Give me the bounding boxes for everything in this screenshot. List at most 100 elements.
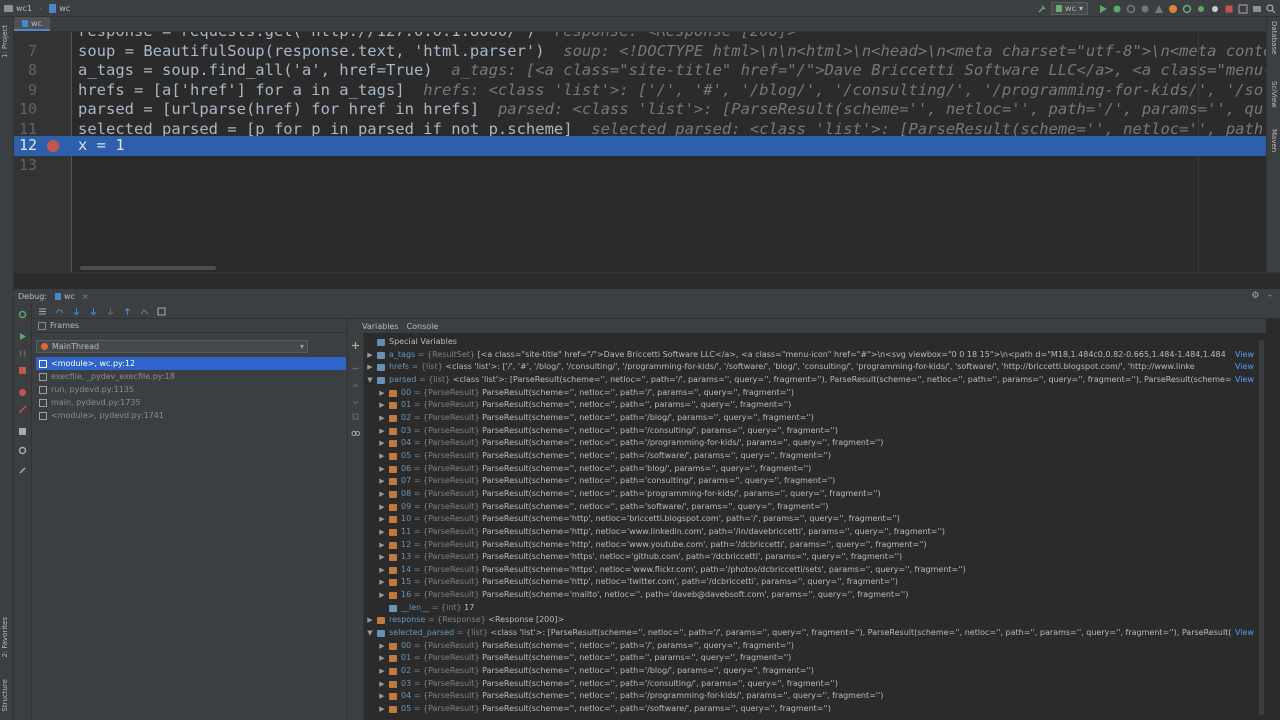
breadcrumb-project[interactable]: wc1	[16, 4, 32, 13]
variable-row[interactable]: ▶ hrefs = {list} <class 'list'>: ['/', '#…	[364, 361, 1266, 374]
variable-row[interactable]: ▶ 07 = {ParseResult} ParseResult(scheme='…	[364, 475, 1266, 488]
expand-arrow-icon[interactable]: ▶	[366, 614, 374, 627]
expand-arrow-icon[interactable]: ▶	[378, 501, 386, 514]
sciview-tool-tab[interactable]: SciView	[1270, 81, 1278, 108]
variable-row[interactable]: ▶ a_tags = {ResultSet} [<a class="site-ti…	[364, 348, 1266, 362]
step-into-icon[interactable]	[72, 307, 81, 316]
copy-icon[interactable]	[351, 412, 360, 421]
expand-arrow-icon[interactable]: ▶	[378, 564, 386, 577]
expand-arrow-icon[interactable]: ▶	[378, 539, 386, 552]
restore-layout-icon[interactable]	[18, 427, 27, 436]
expand-arrow-icon[interactable]: ▶	[378, 437, 386, 450]
debug-session-tab[interactable]: wc ×	[55, 292, 89, 301]
expand-arrow-icon[interactable]: ▶	[378, 703, 386, 716]
project-tool-tab[interactable]: 1: Project	[1, 25, 9, 58]
search-icon[interactable]	[1266, 3, 1276, 14]
expand-arrow-icon[interactable]: ▶	[378, 475, 386, 488]
expand-arrow-icon[interactable]: ▶	[378, 589, 386, 602]
concurrency-icon[interactable]	[1154, 4, 1164, 14]
variable-row[interactable]: ▶ 05 = {ParseResult} ParseResult(scheme='…	[364, 450, 1266, 463]
run-config-selector[interactable]: wc ▾	[1051, 2, 1088, 15]
favorites-tool-tab[interactable]: 2: Favorites	[1, 617, 9, 658]
show-execution-point-icon[interactable]	[38, 307, 47, 316]
variable-row[interactable]: ▶ 11 = {ParseResult} ParseResult(scheme='…	[364, 526, 1266, 539]
variable-row[interactable]: ▶ 03 = {ParseResult} ParseResult(scheme='…	[364, 425, 1266, 438]
resume-icon[interactable]	[18, 332, 27, 341]
expand-arrow-icon[interactable]: ▶	[378, 513, 386, 526]
variable-row[interactable]: ▶ 06 = {ParseResult} ParseResult(scheme='…	[364, 463, 1266, 476]
variable-row[interactable]: __len__ = {int} 17	[364, 602, 1266, 615]
variable-row[interactable]: ▶ 16 = {ParseResult} ParseResult(scheme='…	[364, 589, 1266, 602]
pin-icon[interactable]	[18, 466, 27, 475]
expand-arrow-icon[interactable]: ▶	[378, 526, 386, 539]
variable-row[interactable]: ▶ 10 = {ParseResult} ParseResult(scheme='…	[364, 513, 1266, 526]
variable-row[interactable]: ▶ 08 = {ParseResult} ParseResult(scheme='…	[364, 488, 1266, 501]
view-link[interactable]: View	[1231, 348, 1254, 362]
collapse-arrow-icon[interactable]: ▼	[366, 627, 374, 640]
new-watch-icon[interactable]	[351, 341, 360, 350]
database-tool-tab[interactable]: Database	[1270, 21, 1278, 54]
view-link[interactable]: View	[1231, 361, 1254, 374]
mute-breakpoints-icon[interactable]	[18, 405, 27, 414]
code-editor[interactable]: response = requests.get('http://127.0.0.…	[14, 32, 1266, 272]
profile-icon[interactable]	[1140, 4, 1150, 14]
variable-row[interactable]: ▶ 04 = {ParseResult} ParseResult(scheme='…	[364, 437, 1266, 450]
debug-icon[interactable]	[1112, 4, 1122, 14]
hide-icon[interactable]: –	[1268, 291, 1273, 301]
variable-row[interactable]: ▶ response = {Response} <Response [200]>	[364, 614, 1266, 627]
breakpoint-icon[interactable]	[47, 140, 59, 152]
variable-row[interactable]: ▶ 02 = {ParseResult} ParseResult(scheme='…	[364, 412, 1266, 425]
expand-arrow-icon[interactable]: ▶	[378, 399, 386, 412]
expand-arrow-icon[interactable]: ▶	[378, 690, 386, 703]
variable-row[interactable]: ▶ 00 = {ParseResult} ParseResult(scheme='…	[364, 640, 1266, 653]
coverage-icon[interactable]	[1126, 4, 1136, 14]
remove-watch-icon[interactable]	[351, 364, 360, 373]
variable-row[interactable]: ▶ 14 = {ParseResult} ParseResult(scheme='…	[364, 564, 1266, 577]
maven-tool-tab[interactable]: Maven	[1270, 129, 1278, 152]
rerun-icon[interactable]	[1182, 4, 1192, 14]
editor-tab-wc[interactable]: wc	[14, 17, 50, 31]
variable-row[interactable]: ▶ 01 = {ParseResult} ParseResult(scheme='…	[364, 399, 1266, 412]
run-icon[interactable]	[1098, 4, 1108, 14]
move-up-icon[interactable]	[351, 381, 360, 390]
frame-item[interactable]: <module>, pydevd.py:1741	[36, 409, 346, 422]
vertical-scrollbar[interactable]	[1259, 340, 1264, 715]
step-into-my-code-icon[interactable]	[89, 307, 98, 316]
breadcrumb-file[interactable]: wc	[59, 4, 70, 13]
variable-row[interactable]: ▶ 05 = {ParseResult} ParseResult(scheme='…	[364, 703, 1266, 716]
stop-icon[interactable]	[18, 366, 27, 375]
thread-selector[interactable]: MainThread ▾	[36, 340, 308, 353]
stop-icon[interactable]	[1224, 4, 1234, 14]
layout-icon[interactable]	[1238, 4, 1248, 14]
collapse-arrow-icon[interactable]: ▼	[366, 374, 374, 387]
rerun-icon[interactable]	[18, 310, 27, 319]
frame-item[interactable]: <module>, wc.py:12	[36, 357, 346, 370]
variable-row[interactable]: ▶ 01 = {ParseResult} ParseResult(scheme='…	[364, 652, 1266, 665]
project-structure-icon[interactable]	[1252, 4, 1262, 14]
expand-arrow-icon[interactable]: ▶	[366, 349, 374, 362]
variable-row[interactable]: ▶ 15 = {ParseResult} ParseResult(scheme='…	[364, 576, 1266, 589]
view-breakpoints-icon[interactable]	[18, 388, 27, 397]
variable-row[interactable]: ▶ 02 = {ParseResult} ParseResult(scheme='…	[364, 665, 1266, 678]
variable-row[interactable]: ▶ 09 = {ParseResult} ParseResult(scheme='…	[364, 501, 1266, 514]
expand-arrow-icon[interactable]: ▶	[378, 665, 386, 678]
step-out-icon[interactable]	[123, 307, 132, 316]
expand-arrow-icon[interactable]: ▶	[378, 551, 386, 564]
variable-row[interactable]: ▶ 13 = {ParseResult} ParseResult(scheme='…	[364, 551, 1266, 564]
structure-tool-tab[interactable]: Structure	[1, 679, 9, 712]
move-down-icon[interactable]	[351, 398, 360, 407]
variable-row[interactable]: Special Variables	[364, 336, 1266, 349]
debug-bug-icon[interactable]	[1168, 4, 1178, 14]
expand-arrow-icon[interactable]: ▶	[366, 361, 374, 374]
variable-row[interactable]: ▶ 03 = {ParseResult} ParseResult(scheme='…	[364, 678, 1266, 691]
expand-arrow-icon[interactable]: ▶	[378, 450, 386, 463]
expand-arrow-icon[interactable]: ▶	[378, 412, 386, 425]
expand-arrow-icon[interactable]: ▶	[378, 678, 386, 691]
force-step-into-icon[interactable]	[106, 307, 115, 316]
show-watches-icon[interactable]	[351, 429, 360, 438]
close-icon[interactable]: ×	[82, 292, 89, 301]
variable-row[interactable]: ▼ parsed = {list} <class 'list'>: [ParseR…	[364, 373, 1266, 387]
step-over-icon[interactable]	[55, 307, 64, 316]
tab-variables[interactable]: Variables	[362, 322, 399, 331]
frame-item[interactable]: execfile, _pydev_execfile.py:18	[36, 370, 346, 383]
